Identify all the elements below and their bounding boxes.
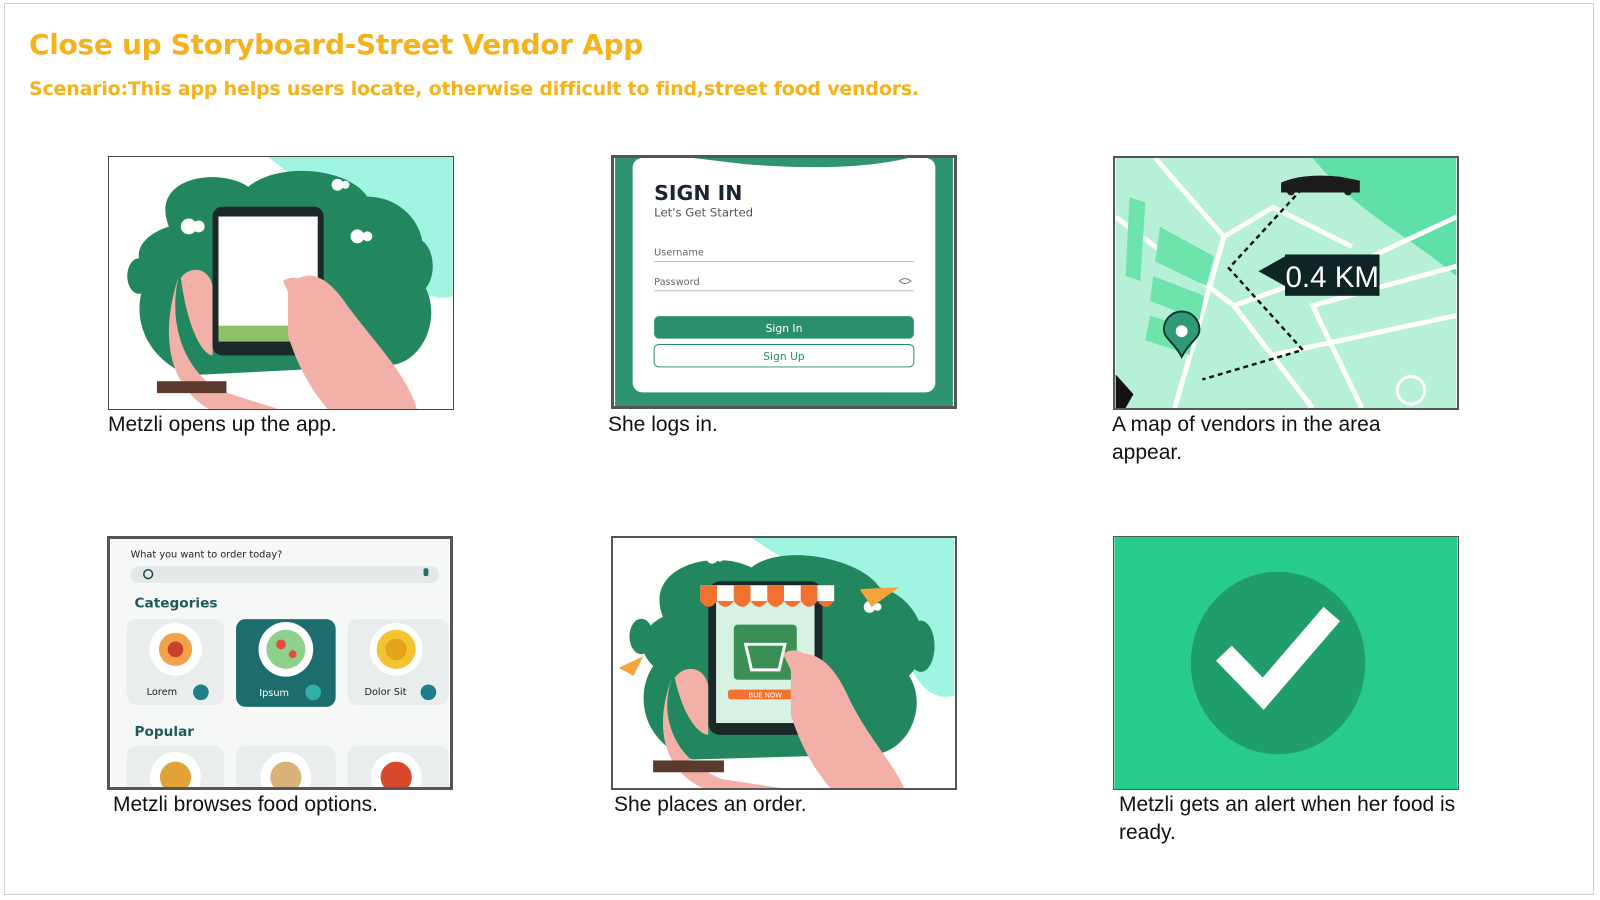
buy-now-label: BUE NOW <box>748 691 782 699</box>
caption-place-order: She places an order. <box>614 793 807 816</box>
panel-map: 0.4 KM <box>1113 156 1459 410</box>
caption-browse-food: Metzli browses food options. <box>113 793 378 816</box>
sign-in-button-label: Sign In <box>766 322 803 335</box>
sign-in-heading: SIGN IN <box>654 181 742 205</box>
sign-up-button-label: Sign Up <box>763 350 805 363</box>
alert-illustration <box>1114 537 1458 789</box>
popular-heading: Popular <box>135 724 195 740</box>
map-route-illustration: 0.4 KM <box>1115 158 1457 408</box>
hand-phone-illustration <box>109 157 453 409</box>
distance-label: 0.4 KM <box>1286 261 1380 294</box>
sign-in-tagline: Let's Get Started <box>654 206 753 220</box>
caption-open-app: Metzli opens up the app. <box>108 413 337 436</box>
category-label-dolor-sit: Dolor Sit <box>364 687 406 698</box>
panel-place-order: BUE NOW <box>611 536 957 790</box>
category-label-lorem: Lorem <box>147 687 178 698</box>
caption-alert: Metzli gets an alert when her food is re… <box>1119 793 1456 844</box>
sign-in-screen: SIGN IN Let's Get Started Username Passw… <box>615 158 953 406</box>
panel-sign-in: SIGN IN Let's Get Started Username Passw… <box>611 155 957 409</box>
password-label: Password <box>654 277 700 288</box>
categories-heading: Categories <box>135 595 218 611</box>
food-categories-screen: What you want to order today? Categories… <box>111 539 449 787</box>
slide-title: Close up Storyboard-Street Vendor App <box>29 28 644 61</box>
order-prompt: What you want to order today? <box>131 550 283 561</box>
microphone-icon[interactable] <box>423 568 429 577</box>
online-shop-illustration: BUE NOW <box>613 538 955 788</box>
username-label: Username <box>654 248 704 259</box>
panel-alert <box>1113 536 1459 790</box>
caption-map: A map of vendors in the area appear. <box>1112 413 1381 464</box>
food-search-input[interactable] <box>130 566 440 583</box>
panel-open-app <box>108 156 454 410</box>
slide-subtitle: Scenario:This app helps users locate, ot… <box>29 78 919 100</box>
caption-sign-in: She logs in. <box>608 413 718 436</box>
category-label-ipsum: Ipsum <box>259 688 289 699</box>
panel-browse-food: What you want to order today? Categories… <box>107 536 453 790</box>
